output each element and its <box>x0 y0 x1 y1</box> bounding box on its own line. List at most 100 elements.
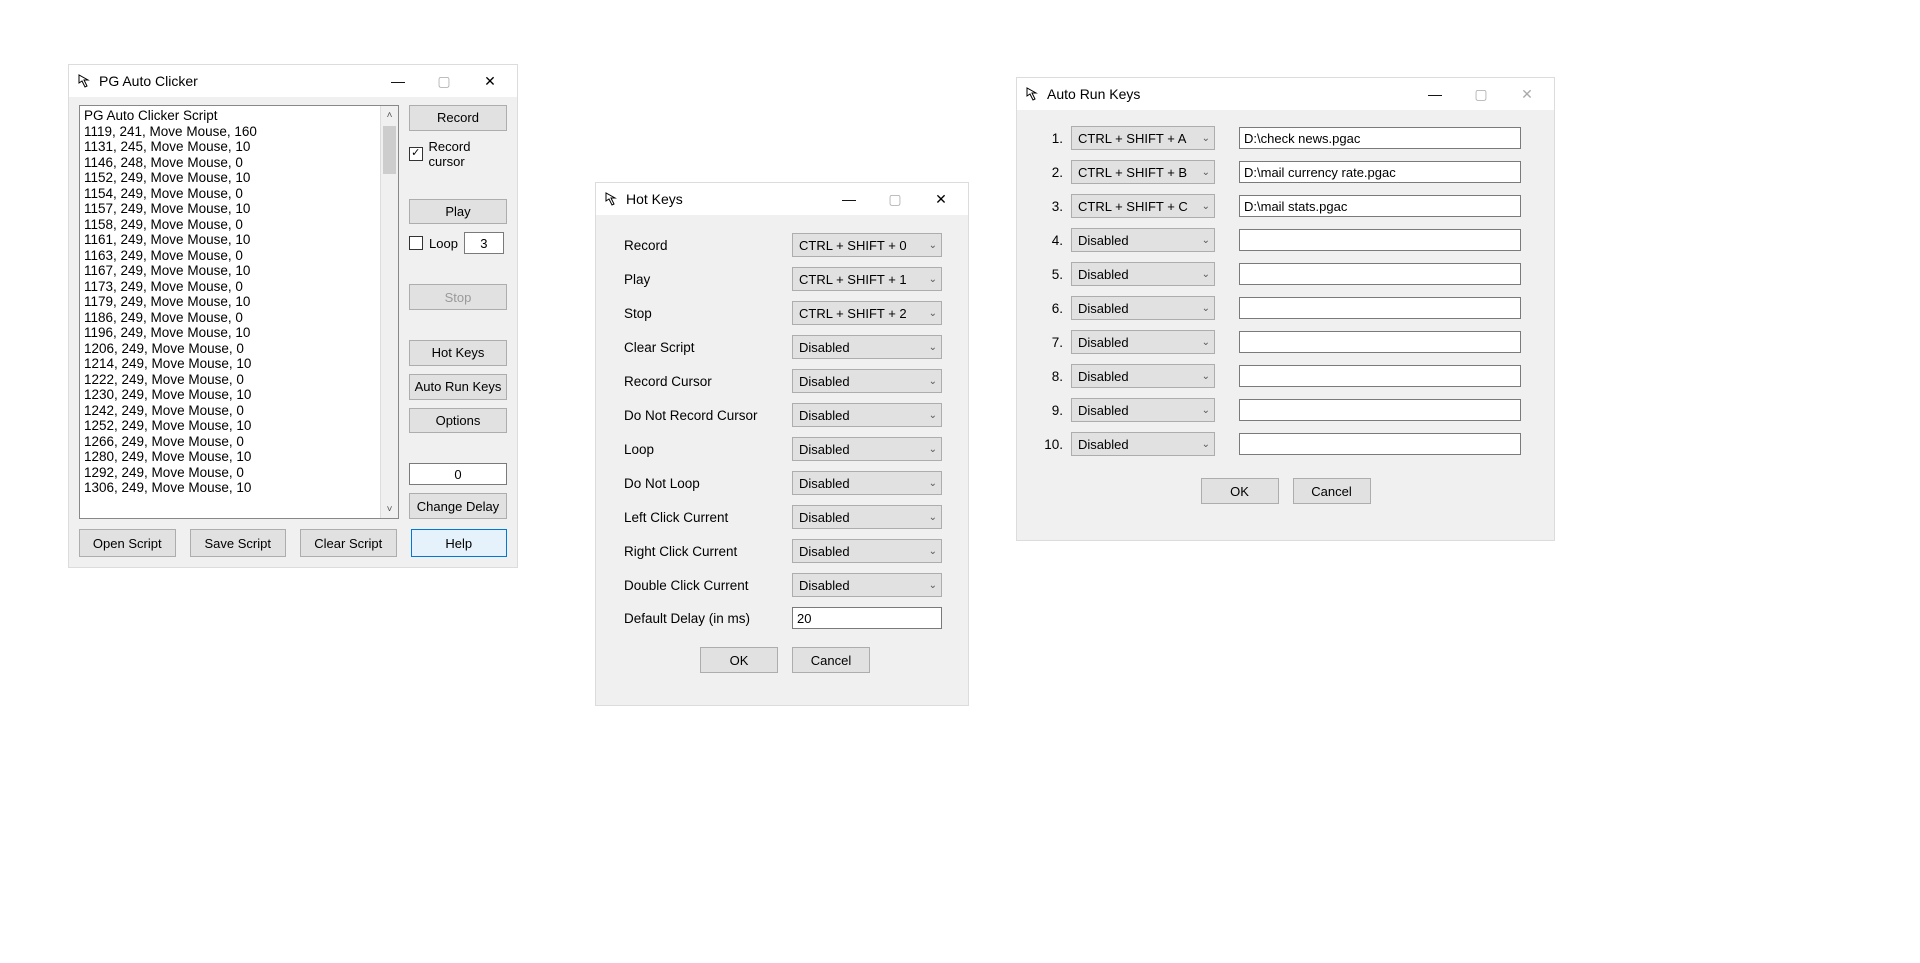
autorun-path-input[interactable]: D:\mail stats.pgac <box>1239 195 1521 217</box>
hotkey-combo[interactable]: Disabled⌄ <box>792 437 942 461</box>
script-line[interactable]: 1154, 249, Move Mouse, 0 <box>84 186 376 202</box>
ok-button[interactable]: OK <box>1201 478 1279 504</box>
hot-keys-button[interactable]: Hot Keys <box>409 340 507 366</box>
autorun-path-input[interactable]: D:\mail currency rate.pgac <box>1239 161 1521 183</box>
ok-button[interactable]: OK <box>700 647 778 673</box>
script-line[interactable]: 1230, 249, Move Mouse, 10 <box>84 387 376 403</box>
chevron-down-icon: ⌄ <box>929 410 937 421</box>
clear-script-button[interactable]: Clear Script <box>300 529 397 557</box>
close-button[interactable]: ✕ <box>918 183 964 215</box>
script-line[interactable]: 1252, 249, Move Mouse, 10 <box>84 418 376 434</box>
script-line[interactable]: 1173, 249, Move Mouse, 0 <box>84 279 376 295</box>
minimize-button[interactable]: — <box>826 183 872 215</box>
hotkey-label: Play <box>624 272 792 287</box>
autorun-key-combo[interactable]: Disabled⌄ <box>1071 296 1215 320</box>
save-script-button[interactable]: Save Script <box>190 529 287 557</box>
autorun-path-input[interactable] <box>1239 331 1521 353</box>
autorun-key-combo[interactable]: Disabled⌄ <box>1071 432 1215 456</box>
hotkey-combo[interactable]: CTRL + SHIFT + 1⌄ <box>792 267 942 291</box>
autorun-path-input[interactable] <box>1239 365 1521 387</box>
cancel-button[interactable]: Cancel <box>1293 478 1371 504</box>
minimize-button[interactable]: — <box>1412 78 1458 110</box>
loop-count-input[interactable]: 3 <box>464 232 504 254</box>
titlebar[interactable]: Auto Run Keys — ▢ ✕ <box>1017 78 1554 110</box>
script-line[interactable]: 1206, 249, Move Mouse, 0 <box>84 341 376 357</box>
script-line[interactable]: 1179, 249, Move Mouse, 10 <box>84 294 376 310</box>
close-button[interactable]: ✕ <box>467 65 513 97</box>
delay-input[interactable]: 0 <box>409 463 507 485</box>
script-line[interactable]: 1131, 245, Move Mouse, 10 <box>84 139 376 155</box>
hotkey-combo[interactable]: CTRL + SHIFT + 0⌄ <box>792 233 942 257</box>
titlebar[interactable]: PG Auto Clicker — ▢ ✕ <box>69 65 517 97</box>
script-line[interactable]: 1119, 241, Move Mouse, 160 <box>84 124 376 140</box>
autorun-key-combo[interactable]: Disabled⌄ <box>1071 228 1215 252</box>
hotkey-label: Stop <box>624 306 792 321</box>
autorun-key-combo[interactable]: Disabled⌄ <box>1071 398 1215 422</box>
script-line[interactable]: 1152, 249, Move Mouse, 10 <box>84 170 376 186</box>
minimize-button[interactable]: — <box>375 65 421 97</box>
script-line[interactable]: 1306, 249, Move Mouse, 10 <box>84 480 376 496</box>
options-button[interactable]: Options <box>409 408 507 434</box>
script-line[interactable]: 1292, 249, Move Mouse, 0 <box>84 465 376 481</box>
script-line[interactable]: 1158, 249, Move Mouse, 0 <box>84 217 376 233</box>
record-button[interactable]: Record <box>409 105 507 131</box>
play-button[interactable]: Play <box>409 199 507 225</box>
scroll-thumb[interactable] <box>383 126 396 174</box>
autorun-path-input[interactable] <box>1239 263 1521 285</box>
hotkey-combo[interactable]: Disabled⌄ <box>792 573 942 597</box>
autorun-key-combo[interactable]: Disabled⌄ <box>1071 262 1215 286</box>
hotkey-label: Loop <box>624 442 792 457</box>
script-line[interactable]: 1161, 249, Move Mouse, 10 <box>84 232 376 248</box>
script-listbox[interactable]: PG Auto Clicker Script1119, 241, Move Mo… <box>79 105 399 519</box>
cancel-button[interactable]: Cancel <box>792 647 870 673</box>
auto-run-keys-button[interactable]: Auto Run Keys <box>409 374 507 400</box>
script-line[interactable]: 1157, 249, Move Mouse, 10 <box>84 201 376 217</box>
autorun-key-combo[interactable]: Disabled⌄ <box>1071 330 1215 354</box>
autorun-path-input[interactable] <box>1239 297 1521 319</box>
autorun-path-input[interactable] <box>1239 433 1521 455</box>
change-delay-button[interactable]: Change Delay <box>409 493 507 519</box>
chevron-down-icon: ⌄ <box>1202 201 1210 212</box>
chevron-down-icon: ⌄ <box>1202 167 1210 178</box>
script-line[interactable]: 1196, 249, Move Mouse, 10 <box>84 325 376 341</box>
hotkey-combo[interactable]: Disabled⌄ <box>792 505 942 529</box>
scroll-up-icon[interactable]: ˄ <box>387 106 393 124</box>
scroll-down-icon[interactable]: ˅ <box>387 500 393 518</box>
row-number: 1. <box>1037 131 1071 146</box>
loop-checkbox[interactable] <box>409 236 423 250</box>
open-script-button[interactable]: Open Script <box>79 529 176 557</box>
hotkey-combo[interactable]: Disabled⌄ <box>792 369 942 393</box>
help-button[interactable]: Help <box>411 529 508 557</box>
autorun-path-input[interactable]: D:\check news.pgac <box>1239 127 1521 149</box>
hotkey-combo[interactable]: Disabled⌄ <box>792 471 942 495</box>
script-line[interactable]: 1214, 249, Move Mouse, 10 <box>84 356 376 372</box>
script-line[interactable]: 1186, 249, Move Mouse, 0 <box>84 310 376 326</box>
script-line[interactable]: 1280, 249, Move Mouse, 10 <box>84 449 376 465</box>
hotkey-combo[interactable]: CTRL + SHIFT + 2⌄ <box>792 301 942 325</box>
hotkey-combo[interactable]: Disabled⌄ <box>792 403 942 427</box>
script-line[interactable]: 1163, 249, Move Mouse, 0 <box>84 248 376 264</box>
default-delay-input[interactable]: 20 <box>792 607 942 629</box>
hotkeys-window: Hot Keys — ▢ ✕ RecordCTRL + SHIFT + 0⌄Pl… <box>595 182 969 706</box>
script-line[interactable]: 1266, 249, Move Mouse, 0 <box>84 434 376 450</box>
autorun-key-combo[interactable]: CTRL + SHIFT + B⌄ <box>1071 160 1215 184</box>
script-line[interactable]: 1242, 249, Move Mouse, 0 <box>84 403 376 419</box>
app-icon <box>77 73 93 89</box>
record-cursor-checkbox[interactable]: ✓ <box>409 147 423 161</box>
autorun-row: 6.Disabled⌄ <box>1037 296 1534 320</box>
script-line[interactable]: 1222, 249, Move Mouse, 0 <box>84 372 376 388</box>
autorun-path-input[interactable] <box>1239 399 1521 421</box>
autorun-key-combo[interactable]: CTRL + SHIFT + C⌄ <box>1071 194 1215 218</box>
autorun-key-combo[interactable]: Disabled⌄ <box>1071 364 1215 388</box>
row-number: 6. <box>1037 301 1071 316</box>
script-line[interactable]: 1146, 248, Move Mouse, 0 <box>84 155 376 171</box>
hotkey-combo[interactable]: Disabled⌄ <box>792 335 942 359</box>
autorun-path-input[interactable] <box>1239 229 1521 251</box>
titlebar[interactable]: Hot Keys — ▢ ✕ <box>596 183 968 215</box>
scrollbar[interactable]: ˄ ˅ <box>380 106 398 518</box>
chevron-down-icon: ⌄ <box>929 546 937 557</box>
script-line[interactable]: PG Auto Clicker Script <box>84 108 376 124</box>
script-line[interactable]: 1167, 249, Move Mouse, 10 <box>84 263 376 279</box>
hotkey-combo[interactable]: Disabled⌄ <box>792 539 942 563</box>
autorun-key-combo[interactable]: CTRL + SHIFT + A⌄ <box>1071 126 1215 150</box>
